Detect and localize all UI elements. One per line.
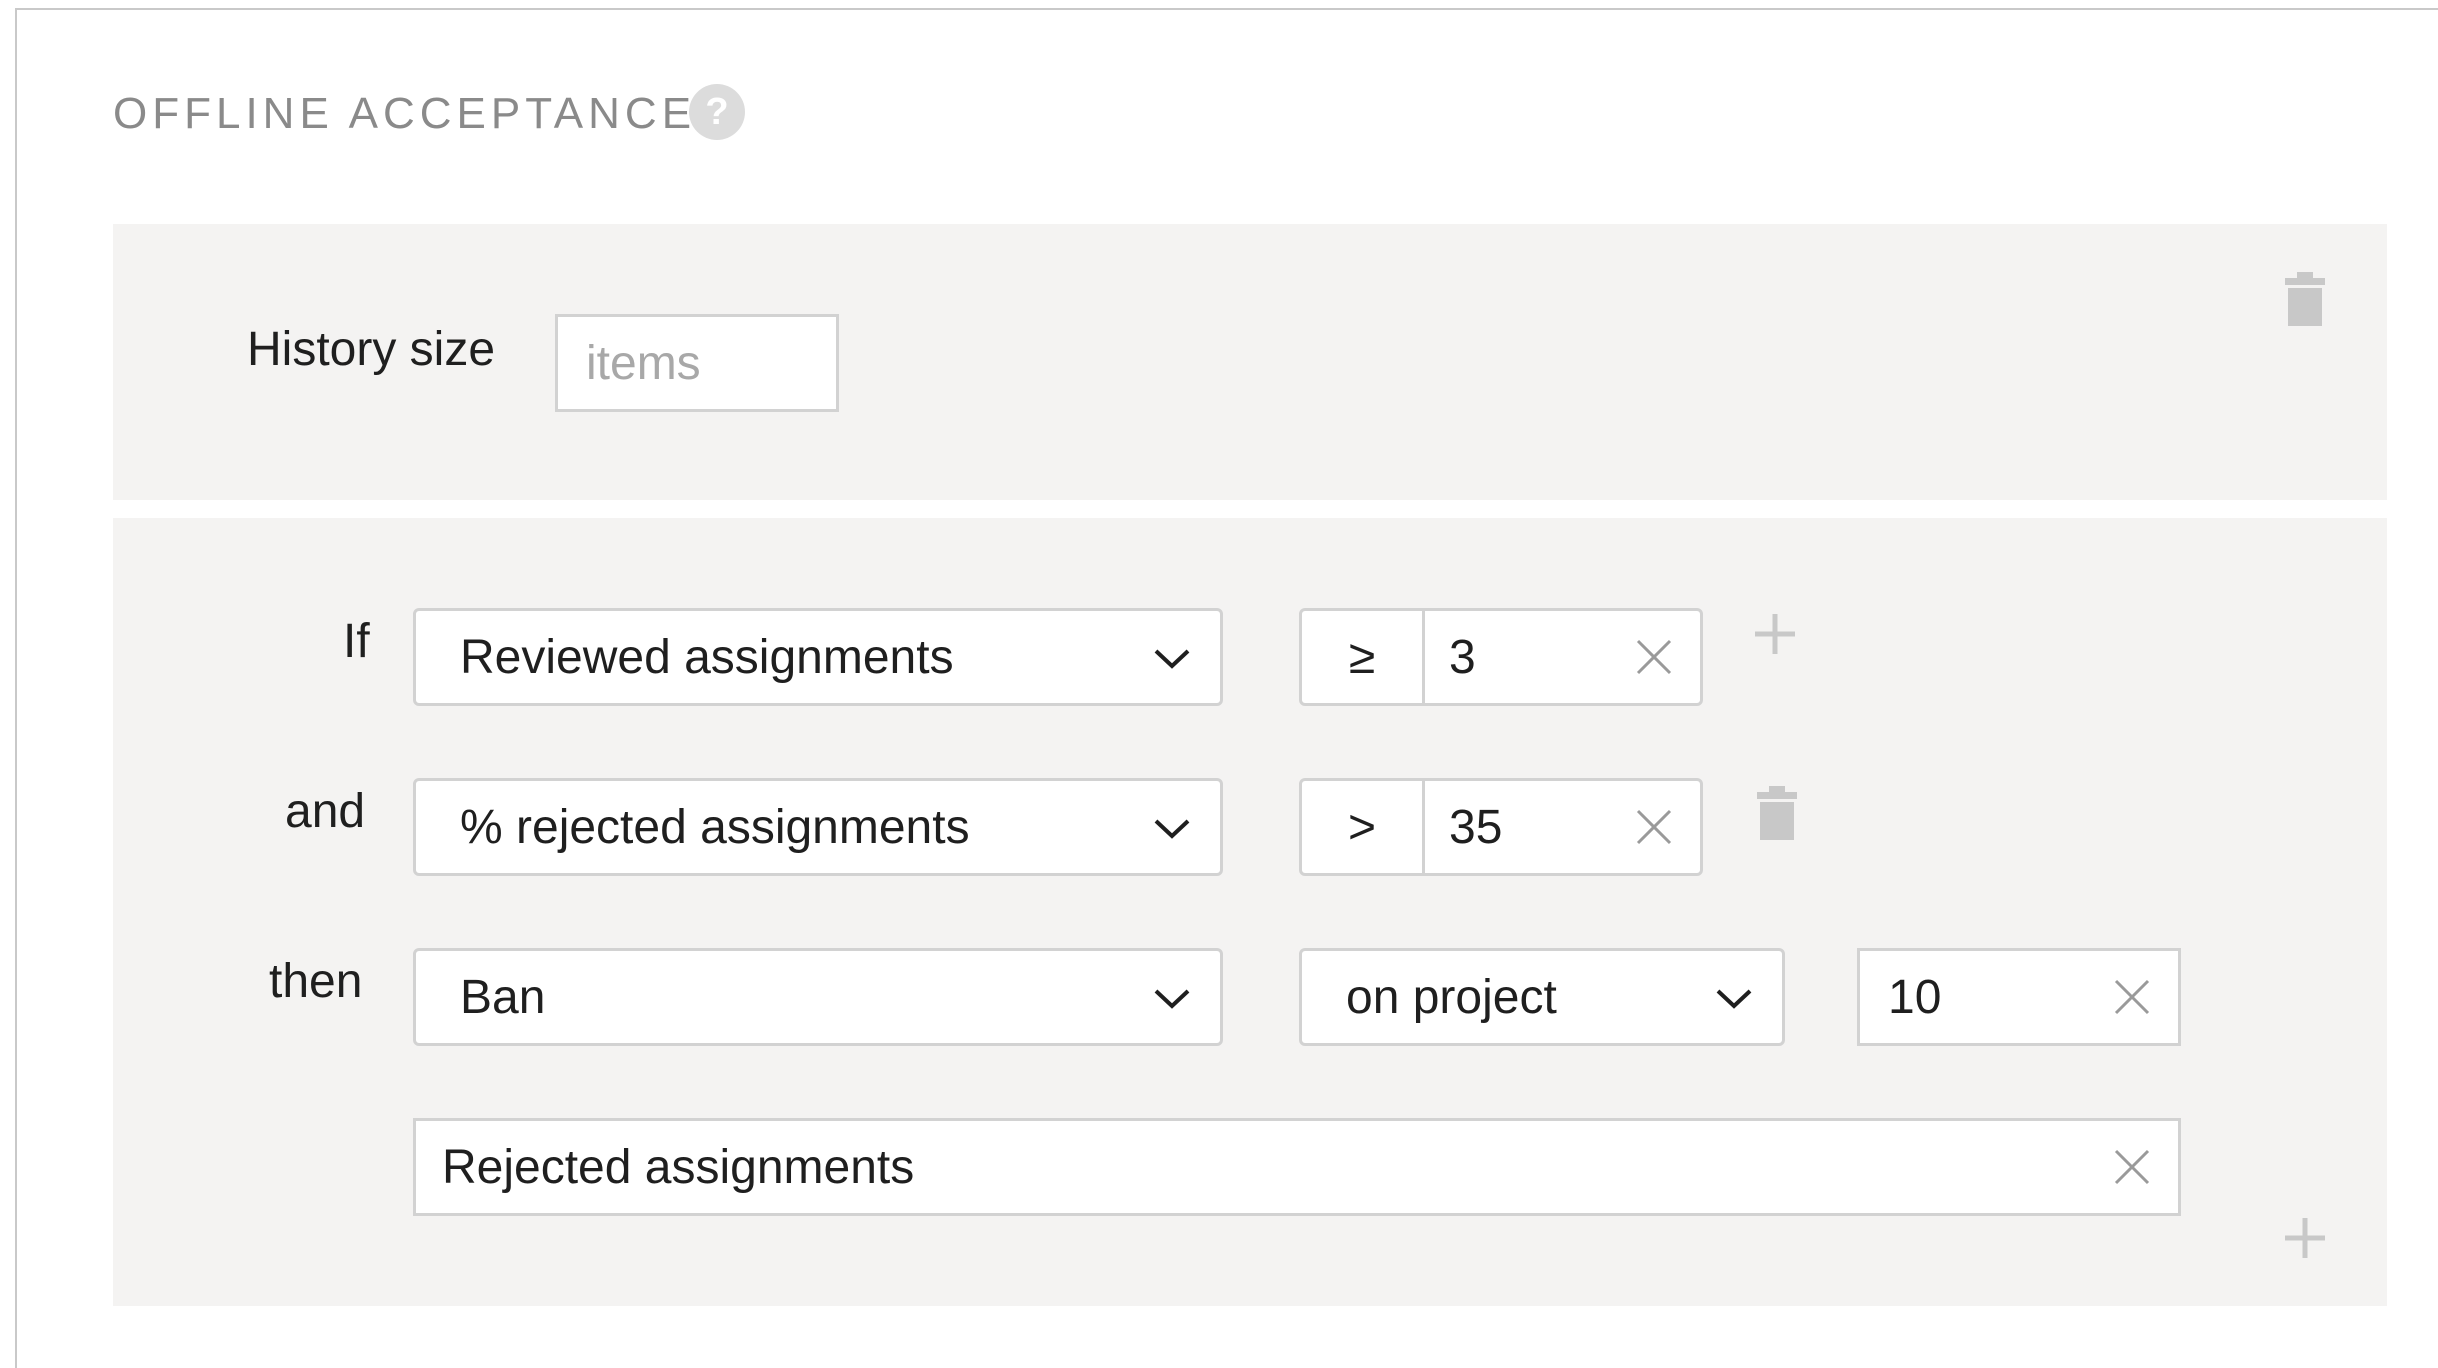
- condition-2-field-value: % rejected assignments: [460, 800, 970, 854]
- chevron-down-icon: [1154, 649, 1190, 669]
- trash-icon[interactable]: [2283, 272, 2327, 328]
- section-title: OFFLINE ACCEPTANCE: [113, 89, 697, 138]
- and-label: and: [285, 785, 366, 838]
- action-scope-value: on project: [1346, 970, 1557, 1024]
- plus-icon[interactable]: [2283, 1216, 2327, 1260]
- rule-panel: If Reviewed assignments ≥ 3 and % reject…: [113, 518, 2387, 1306]
- clear-icon[interactable]: [1634, 807, 1674, 847]
- condition-1-comparison: ≥ 3: [1299, 608, 1703, 706]
- clear-icon[interactable]: [2112, 1147, 2152, 1187]
- then-label: then: [269, 955, 363, 1008]
- trash-icon[interactable]: [1755, 786, 1799, 842]
- chevron-down-icon: [1154, 819, 1190, 839]
- chevron-down-icon: [1154, 989, 1190, 1009]
- condition-1-field-value: Reviewed assignments: [460, 630, 954, 684]
- action-reason-input[interactable]: Rejected assignments: [413, 1118, 2181, 1216]
- plus-icon[interactable]: [1753, 612, 1797, 656]
- history-size-panel: History size items: [113, 224, 2387, 500]
- condition-1-value: 3: [1449, 630, 1476, 684]
- action-type-select[interactable]: Ban: [413, 948, 1223, 1046]
- action-type-value: Ban: [460, 970, 546, 1024]
- action-reason-value: Rejected assignments: [442, 1140, 915, 1194]
- action-scope-select[interactable]: on project: [1299, 948, 1785, 1046]
- question-circle-icon[interactable]: ?: [689, 84, 745, 140]
- condition-1-operator[interactable]: ≥: [1302, 611, 1425, 703]
- condition-1-value-input[interactable]: 3: [1425, 611, 1700, 703]
- condition-2-value-input[interactable]: 35: [1425, 781, 1700, 873]
- offline-acceptance-section: OFFLINE ACCEPTANCE ? History size items …: [15, 8, 2438, 1368]
- clear-icon[interactable]: [2112, 977, 2152, 1017]
- condition-2-field-select[interactable]: % rejected assignments: [413, 778, 1223, 876]
- action-duration-value: 10: [1888, 970, 1942, 1024]
- history-size-input[interactable]: items: [555, 314, 839, 412]
- history-size-placeholder: items: [586, 336, 701, 390]
- condition-2-operator[interactable]: >: [1302, 781, 1425, 873]
- action-duration-input[interactable]: 10: [1857, 948, 2181, 1046]
- condition-1-field-select[interactable]: Reviewed assignments: [413, 608, 1223, 706]
- condition-2-value: 35: [1449, 800, 1503, 854]
- chevron-down-icon: [1716, 989, 1752, 1009]
- clear-icon[interactable]: [1634, 637, 1674, 677]
- condition-2-comparison: > 35: [1299, 778, 1703, 876]
- if-label: If: [343, 615, 370, 668]
- history-size-label: History size: [247, 323, 496, 376]
